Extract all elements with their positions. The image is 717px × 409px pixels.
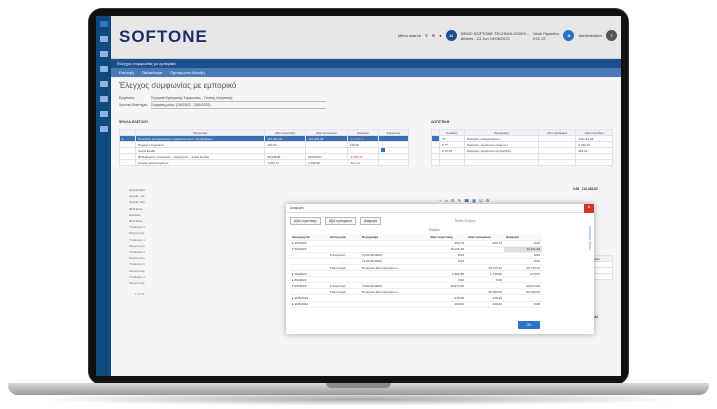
- bell-icon[interactable]: ●: [439, 33, 441, 38]
- toolbar-layout[interactable]: Προτιμώσα διάταξη: [170, 70, 204, 75]
- home-icon[interactable]: [99, 51, 108, 57]
- filters: Εμφάνιση: Συγκριτά Εμπορικής Συμφωνίας - …: [119, 95, 326, 109]
- accounting-toolbar[interactable]: + ⇒ ☰ ✎ ☎ ▦ ☑ ⚙: [439, 198, 490, 203]
- chart-icon[interactable]: [99, 66, 108, 72]
- pager[interactable]: 1 of 27: [135, 292, 144, 296]
- close-icon[interactable]: ×: [584, 204, 594, 213]
- mail-icon[interactable]: [99, 81, 108, 87]
- toolbar: Επιλογή Παλαιότερα Προτιμώσα διάταξη: [111, 68, 621, 77]
- menu-icon[interactable]: [99, 21, 108, 27]
- field-tag[interactable]: Διαφορά: [359, 217, 381, 225]
- app-screen: SOFTONE Menu search ⚲ ✉ ● 11 DEMO SOFTON…: [96, 16, 621, 376]
- user-name[interactable]: Administrator: [578, 33, 602, 38]
- pivot-table: Ημερομηνία Κατηγορία Περιγραφή Αξία λογι…: [290, 234, 542, 308]
- laptop-notch: [326, 383, 391, 388]
- mail-icon[interactable]: ✉: [432, 33, 435, 38]
- control-sheets-table: Περιγραφή Αξία λογιστικής Αξία εμπορικού…: [119, 129, 410, 166]
- top-right-controls: Menu search ⚲ ✉ ● 11 DEMO SOFTONE TECHNO…: [398, 30, 617, 41]
- column-fields-label: Πεδία Στηλών: [454, 219, 476, 223]
- window-tab[interactable]: Έλεγχος συμφωνίας με εμπορικό: [111, 59, 621, 68]
- dialog-header: Διαφορές ×: [286, 204, 594, 213]
- top-bar: SOFTONE Menu search ⚲ ✉ ● 11 DEMO SOFTON…: [111, 16, 621, 59]
- differences-dialog: Διαφορές × Αξία λογιστικής Αξία εμπορικο…: [286, 204, 594, 334]
- notification-badge[interactable]: 11: [445, 30, 457, 41]
- folder-icon[interactable]: [99, 111, 108, 117]
- check-icon[interactable]: [380, 148, 385, 152]
- toolbar-history[interactable]: Παλαιότερα: [142, 70, 162, 75]
- settings-icon[interactable]: [99, 36, 108, 42]
- search-icon[interactable]: ⚲: [425, 33, 428, 38]
- left-section-title: ΦΥΛΛΑ ΕΛΕΓΧΟΥ: [119, 120, 149, 124]
- softone-logo: SOFTONE: [119, 27, 208, 46]
- page-title: Έλεγχος συμφωνίας με εμπορικό: [119, 81, 237, 90]
- pivot-row[interactable]: ▸ 11/6/2022 100.62 100.62 0.00: [290, 301, 542, 308]
- display-select[interactable]: Συγκριτά Εμπορικής Συμφωνίας - Γενικής Λ…: [151, 95, 326, 102]
- ok-button[interactable]: OK: [518, 321, 540, 329]
- sums-label: Σύνολα: [429, 228, 440, 232]
- sidebar: [96, 16, 111, 376]
- field-tag[interactable]: Αξία εμπορικού: [324, 217, 356, 225]
- menu-search-label[interactable]: Menu search: [398, 33, 421, 38]
- help-icon[interactable]: ?: [606, 30, 617, 41]
- total-accounting: 0.00 112,463.82: [573, 187, 598, 191]
- company-info[interactable]: DEMO SOFTONE TECHNOLOGIES... Athens - 13 …: [461, 31, 530, 41]
- user-avatar[interactable]: A: [563, 30, 575, 41]
- toolbar-select[interactable]: Επιλογή: [119, 70, 134, 75]
- accounting-table: Κωδικός Περιγραφή Από μεταφορά Αξία περι…: [431, 129, 613, 166]
- table-row[interactable]: Αγορές εμπορευμάτων 1,972.71 2,798.90 -821.…: [119, 159, 410, 166]
- period-select[interactable]: Σύγκριση μέσω (1/6/2022 - 30/6/2022): [151, 102, 326, 109]
- branch-info[interactable]: Modi Περίοδος ΕΟΙ 22: [533, 31, 559, 41]
- doc-icon[interactable]: [99, 96, 108, 102]
- field-tag[interactable]: Αξία λογιστικής: [290, 217, 321, 225]
- grid-icon[interactable]: [99, 126, 108, 132]
- add-field-tab[interactable]: Προσθήκη πεδίου: [588, 226, 592, 250]
- right-section-title: ΛΟΓΙΣΤΙΚΗ: [431, 120, 450, 124]
- row-labels-column: Αγορές Εμπ Αγορές - Αγ Αγορές παγ ΦΠΑ Εισρ …: [129, 188, 146, 286]
- pivot-fields: Αξία λογιστικής Αξία εμπορικού Διαφορά Π…: [286, 213, 594, 229]
